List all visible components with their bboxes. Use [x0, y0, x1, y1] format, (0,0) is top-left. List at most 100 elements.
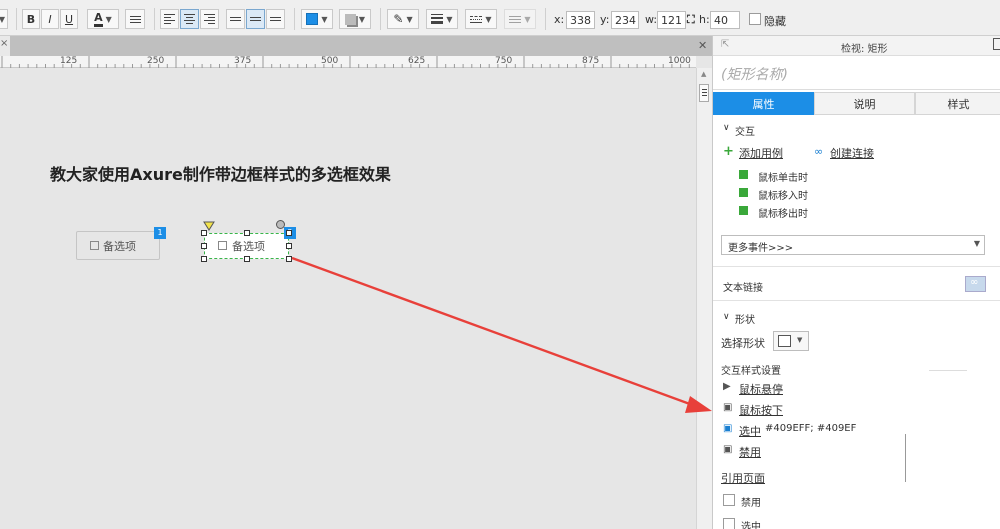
disabled-link[interactable]: 禁用	[739, 444, 761, 460]
ruler-label-875: 875	[582, 56, 600, 66]
selected-checkbox[interactable]	[723, 518, 735, 529]
checkbox-widget-1[interactable]: 备选项	[76, 231, 160, 260]
event-icon	[739, 206, 748, 215]
resize-handle[interactable]	[286, 230, 292, 236]
cursor-icon: ▣	[723, 402, 733, 413]
ruler-label-500: 500	[321, 56, 339, 66]
rotate-triangle-icon[interactable]	[203, 221, 215, 231]
event-mouse-click[interactable]: 鼠标单击时	[758, 169, 808, 184]
select-shape-dropdown[interactable]: ▼	[773, 331, 809, 351]
close-icon[interactable]: ✕	[698, 39, 707, 52]
cursor-icon: ▣	[723, 423, 733, 434]
align-left-button[interactable]	[160, 9, 179, 29]
event-icon	[739, 170, 748, 179]
bullet-list-button[interactable]	[125, 9, 145, 29]
link-icon: ∞	[970, 277, 979, 288]
chevron-down-icon[interactable]: ∨	[723, 312, 730, 322]
divider	[929, 370, 967, 371]
italic-button[interactable]: I	[41, 9, 59, 29]
scrollbar-thumb[interactable]	[699, 84, 709, 102]
resize-handle[interactable]	[286, 256, 292, 262]
selected-checkbox-label: 选中	[741, 522, 761, 529]
checkbox-label: 备选项	[103, 240, 136, 253]
event-mouse-enter[interactable]: 鼠标移入时	[758, 187, 808, 202]
resize-handle[interactable]	[286, 243, 292, 249]
list-icon	[129, 15, 141, 23]
valign-middle-button[interactable]	[246, 9, 265, 29]
pin-icon[interactable]: ⇱	[721, 39, 729, 50]
interaction-styles-label: 交互样式设置	[721, 366, 781, 377]
design-canvas[interactable]: 教大家使用Axure制作带边框样式的多选框效果 备选项 1 备选项 2	[0, 68, 696, 529]
plus-icon[interactable]: +	[723, 144, 734, 159]
rectangle-shape-icon	[778, 335, 791, 347]
canvas-vertical-scrollbar[interactable]: ▲	[696, 68, 712, 529]
create-link-link[interactable]: 创建连接	[830, 145, 874, 161]
ruler-label-1000: 1000	[668, 56, 691, 66]
reference-page-link[interactable]: 引用页面	[721, 470, 765, 486]
divider	[154, 8, 155, 30]
select-shape-label: 选择形状	[721, 337, 765, 350]
page-tab-strip: × ✕	[0, 36, 712, 56]
chevron-down-icon: ▼	[797, 336, 803, 344]
disabled-checkbox[interactable]	[723, 494, 735, 506]
add-case-link[interactable]: 添加用例	[739, 145, 783, 161]
align-center-button[interactable]	[180, 9, 199, 29]
fill-color-icon	[306, 13, 319, 25]
link-icon[interactable]: ∞	[814, 145, 823, 158]
valign-bottom-button[interactable]	[266, 9, 285, 29]
x-input[interactable]: 338	[566, 11, 595, 29]
shape-name-input[interactable]: (矩形名称)	[713, 56, 1000, 90]
valign-top-button[interactable]	[226, 9, 245, 29]
resize-handle[interactable]	[201, 256, 207, 262]
y-input[interactable]: 234	[611, 11, 639, 29]
panel-scroll-indicator	[905, 434, 906, 482]
font-size-dropdown[interactable]: ▼	[0, 9, 8, 29]
top-toolbar: ▼ B I U A ▼ ▼ ▼ ✎ ▼ ▼ ▼ ▼ x: 338 y: 234 …	[0, 0, 1000, 36]
font-color-icon: A	[94, 11, 103, 27]
text-link-label: 文本链接	[723, 283, 763, 294]
selected-link[interactable]: 选中	[739, 423, 761, 439]
height-input[interactable]: 40	[710, 11, 740, 29]
valign-middle-icon	[250, 17, 261, 21]
fill-color-button[interactable]: ▼	[301, 9, 333, 29]
width-input[interactable]: 121	[657, 11, 686, 29]
tab-notes[interactable]: 说明	[814, 92, 915, 115]
interaction-section-title: 交互	[735, 127, 755, 138]
resize-handle[interactable]	[201, 243, 207, 249]
more-events-value: 更多事件>>>	[728, 243, 794, 254]
tab-style[interactable]: 样式	[915, 92, 1000, 115]
hidden-checkbox[interactable]	[749, 13, 761, 25]
divider	[713, 300, 1000, 301]
page-tab[interactable]: ×	[0, 36, 10, 56]
bold-button[interactable]: B	[22, 9, 40, 29]
aspect-lock-icon[interactable]: ⛶	[687, 13, 695, 27]
tab-properties[interactable]: 属性	[713, 92, 814, 115]
canvas-title[interactable]: 教大家使用Axure制作带边框样式的多选框效果	[50, 161, 391, 185]
line-width-button[interactable]: ▼	[426, 9, 458, 29]
corner-radius-handle[interactable]	[276, 220, 285, 229]
checkbox-label: 备选项	[232, 240, 265, 253]
arrow-style-button[interactable]: ▼	[504, 9, 536, 29]
mouse-hover-link[interactable]: 鼠标悬停	[739, 381, 783, 397]
h-label: h:	[699, 13, 710, 26]
font-color-button[interactable]: A ▼	[87, 9, 119, 29]
line-style-button[interactable]: ▼	[465, 9, 497, 29]
shadow-button[interactable]: ▼	[339, 9, 371, 29]
align-right-button[interactable]	[200, 9, 219, 29]
close-tab-icon[interactable]: ×	[0, 38, 8, 49]
resize-handle[interactable]	[243, 256, 250, 262]
mouse-down-link[interactable]: 鼠标按下	[739, 402, 783, 418]
resize-handle[interactable]	[243, 230, 250, 236]
scroll-up-icon[interactable]: ▲	[701, 70, 706, 78]
more-events-dropdown[interactable]: 更多事件>>> ▼	[721, 235, 985, 255]
event-mouse-leave[interactable]: 鼠标移出时	[758, 205, 808, 220]
chevron-down-icon[interactable]: ∨	[723, 123, 730, 133]
underline-button[interactable]: U	[60, 9, 78, 29]
divider	[16, 8, 17, 30]
dock-icon[interactable]	[993, 38, 1000, 50]
text-link-button[interactable]: ∞	[965, 276, 986, 292]
shape-name-placeholder: (矩形名称)	[721, 67, 788, 83]
horizontal-ruler: 125 250 375 500 625 750 875 1000	[0, 56, 696, 68]
line-color-button[interactable]: ✎ ▼	[387, 9, 419, 29]
disabled-checkbox-label: 禁用	[741, 498, 761, 509]
